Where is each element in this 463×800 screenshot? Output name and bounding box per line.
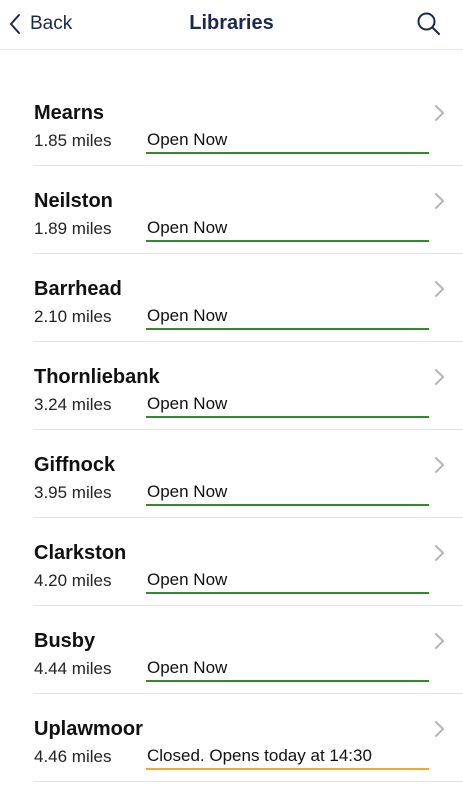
search-icon [415, 12, 443, 42]
library-distance: 3.24 miles [34, 395, 112, 414]
library-name: Neilston [34, 190, 113, 212]
library-status: Open Now [146, 658, 429, 682]
back-button[interactable]: Back [8, 6, 72, 42]
chevron-right-icon [433, 544, 445, 562]
library-name: Thornliebank [34, 366, 160, 388]
library-row[interactable]: Neilston 1.89 miles Open Now [34, 166, 463, 254]
library-row[interactable]: Barrhead 2.10 miles Open Now [34, 254, 463, 342]
library-distance: 4.20 miles [34, 571, 112, 590]
library-name: Giffnock [34, 454, 116, 476]
library-status: Open Now [146, 306, 429, 330]
library-status: Closed. Opens today at 14:30 [146, 746, 429, 770]
library-row[interactable]: Mearns 1.85 miles Open Now [34, 78, 463, 166]
library-distance: 4.46 miles [34, 747, 112, 766]
library-name: Clarkston [34, 542, 127, 564]
library-distance: 1.89 miles [34, 219, 112, 238]
chevron-left-icon [8, 12, 22, 36]
library-status: Open Now [146, 482, 429, 506]
library-row[interactable]: Uplawmoor 4.46 miles Closed. Opens today a… [34, 694, 463, 782]
library-list: Mearns 1.85 miles Open Now Neilston 1.89 mil… [0, 78, 463, 782]
chevron-right-icon [433, 104, 445, 122]
library-distance: 3.95 miles [34, 483, 112, 502]
library-status: Open Now [146, 570, 429, 594]
library-name: Mearns [34, 102, 105, 124]
library-name: Busby [34, 630, 96, 652]
library-name: Barrhead [34, 278, 122, 300]
library-row[interactable]: Busby 4.44 miles Open Now [34, 606, 463, 694]
library-row[interactable]: Thornliebank 3.24 miles Open Now [34, 342, 463, 430]
navigation-bar: Back Libraries [0, 0, 463, 50]
chevron-right-icon [433, 192, 445, 210]
library-name: Uplawmoor [34, 718, 143, 740]
libraries-screen: Back Libraries Mearns 1.85 miles Open Now N… [0, 0, 463, 800]
library-row[interactable]: Clarkston 4.20 miles Open Now [34, 518, 463, 606]
chevron-right-icon [433, 720, 445, 738]
back-label: Back [30, 13, 73, 34]
chevron-right-icon [433, 280, 445, 298]
library-distance: 4.44 miles [34, 659, 112, 678]
library-row[interactable]: Giffnock 3.95 miles Open Now [34, 430, 463, 518]
chevron-right-icon [433, 632, 445, 650]
library-status: Open Now [146, 130, 429, 154]
library-distance: 1.85 miles [34, 131, 112, 150]
library-status: Open Now [146, 218, 429, 242]
library-status: Open Now [146, 394, 429, 418]
search-button[interactable] [415, 10, 443, 38]
library-distance: 2.10 miles [34, 307, 112, 326]
chevron-right-icon [433, 368, 445, 386]
chevron-right-icon [433, 456, 445, 474]
